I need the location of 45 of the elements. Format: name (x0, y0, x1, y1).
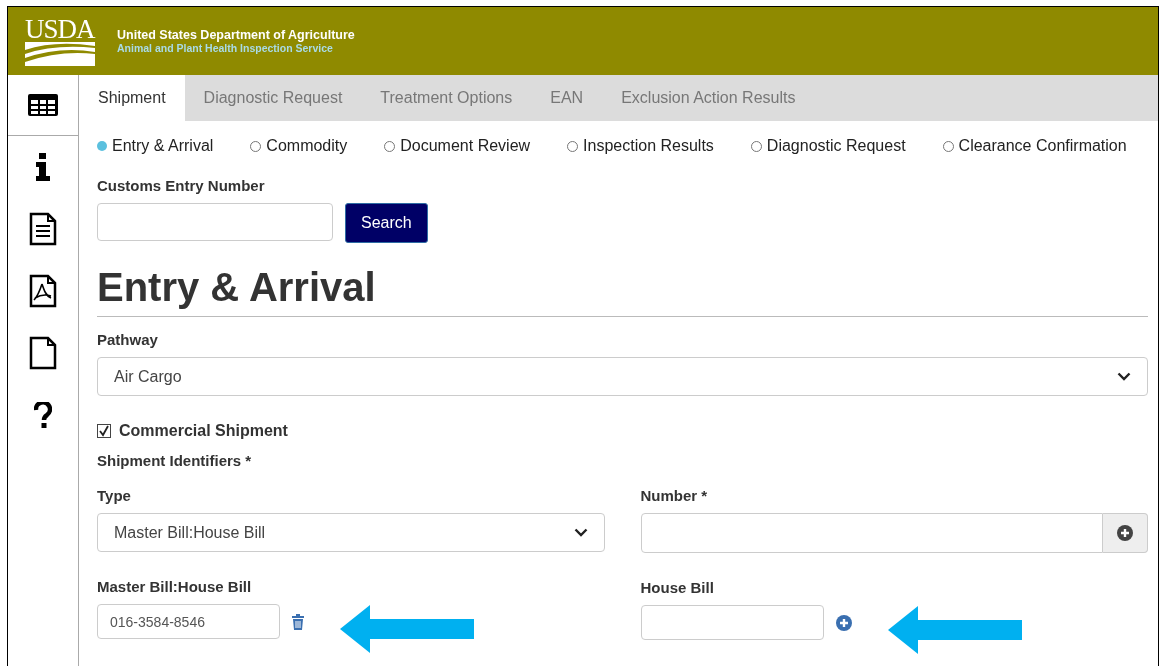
step-radio[interactable] (384, 140, 396, 152)
search-button[interactable]: Search (345, 203, 428, 243)
field-label: Pathway (97, 331, 159, 348)
step-link[interactable]: Entry & Arrival (112, 137, 214, 155)
page-heading: Entry & Arrival (97, 265, 1148, 317)
field-label: Number * (640, 487, 709, 504)
field-label: Type (97, 487, 132, 504)
step-radio[interactable] (97, 141, 107, 151)
info-icon[interactable] (36, 153, 50, 181)
field-label: Customs Entry Number (97, 177, 266, 194)
plus-icon (1117, 525, 1133, 541)
chevron-down-icon (573, 528, 588, 537)
field-label: Master Bill:House Bill (97, 578, 253, 595)
step-link[interactable]: Inspection Results (583, 137, 714, 155)
blank-file-icon[interactable] (29, 336, 57, 370)
tab[interactable]: Shipment (79, 75, 185, 121)
field-label: House Bill (640, 579, 715, 596)
agency-subtitle: Animal and Plant Health Inspection Service (117, 42, 334, 54)
type-dropdown[interactable]: Master Bill:House Bill (97, 513, 605, 552)
step-link[interactable]: Clearance Confirmation (958, 137, 1127, 155)
step-radio[interactable] (750, 140, 762, 152)
step-link[interactable]: Diagnostic Request (766, 137, 906, 155)
customs-entry-field[interactable] (97, 203, 333, 241)
step-radio[interactable] (942, 140, 954, 152)
help-icon[interactable] (34, 402, 52, 428)
usda-logo: USDA (25, 16, 97, 66)
trash-icon[interactable] (292, 613, 304, 630)
document-icon[interactable] (29, 212, 57, 246)
step-radio[interactable] (567, 140, 579, 152)
step-radio[interactable] (250, 140, 262, 152)
checkbox[interactable] (97, 424, 111, 438)
number-field[interactable] (640, 513, 1103, 553)
step-link[interactable]: Commodity (266, 137, 348, 155)
pathway-dropdown[interactable]: Air Cargo (97, 357, 1148, 396)
checkbox-label: Commercial Shipment (119, 422, 288, 440)
agency-title: United States Department of Agriculture (117, 28, 355, 42)
master-bill-field[interactable]: 016-3584-8546 (97, 604, 280, 639)
add-icon[interactable] (835, 614, 852, 631)
section-label: Shipment Identifiers * (97, 452, 253, 469)
step-link[interactable]: Document Review (400, 137, 531, 155)
add-button[interactable] (1103, 513, 1148, 553)
chevron-down-icon (1117, 372, 1131, 381)
pdf-file-icon[interactable] (29, 274, 57, 308)
table-icon[interactable] (27, 93, 59, 117)
house-bill-field[interactable] (640, 605, 824, 640)
